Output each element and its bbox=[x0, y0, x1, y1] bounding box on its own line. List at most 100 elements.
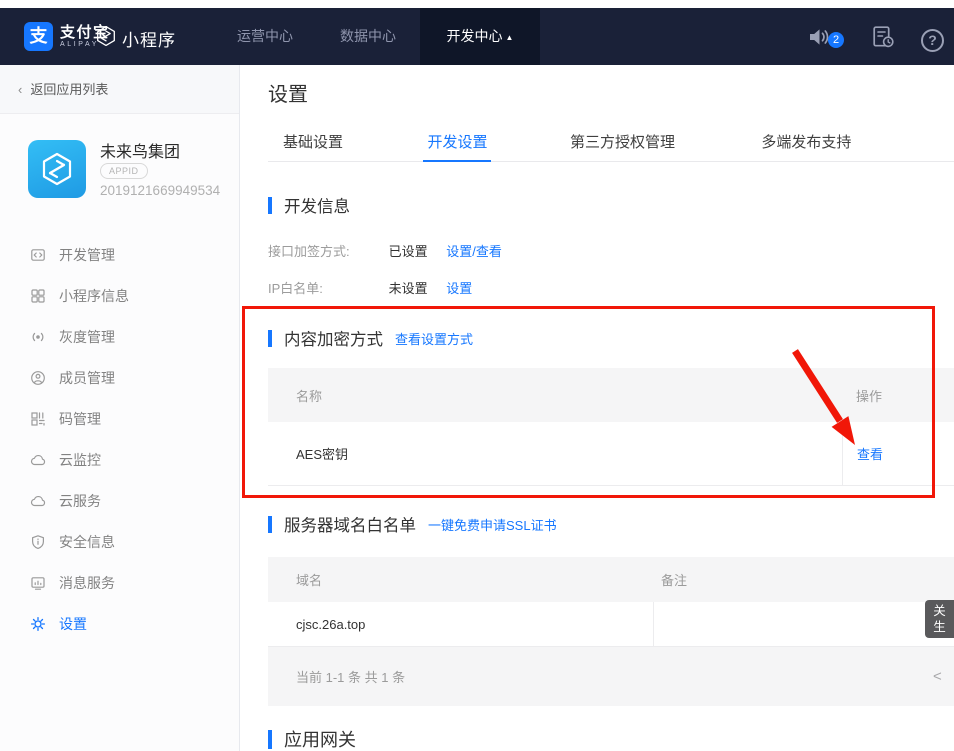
domain-cell: cjsc.26a.top bbox=[268, 602, 653, 646]
table-row: AES密钥 查看 bbox=[268, 422, 954, 486]
sidebar-item-security-info[interactable]: 安全信息 bbox=[0, 521, 239, 562]
nav-operations-center[interactable]: 运营中心 bbox=[237, 8, 293, 65]
appid-value: 2019121669949534 bbox=[100, 183, 220, 198]
member-icon bbox=[30, 370, 46, 386]
col-name: 名称 bbox=[268, 386, 842, 405]
floating-side-tab[interactable]: 关 生 bbox=[925, 600, 954, 638]
main-content: 设置 基础设置 开发设置 第三方授权管理 多端发布支持 开发信息 接口加签方式:… bbox=[241, 65, 954, 751]
settings-tabs: 基础设置 开发设置 第三方授权管理 多端发布支持 bbox=[268, 125, 954, 162]
app-name: 未来鸟集团 bbox=[100, 138, 180, 162]
cloud-icon bbox=[30, 493, 46, 509]
app-window: 支 支付宝 ALIPAY 小程序 运营中心 数据中心 开发中心▲ 2 bbox=[0, 0, 954, 751]
notification-badge[interactable]: 2 bbox=[828, 32, 844, 48]
ip-whitelist-value: 未设置 bbox=[389, 281, 428, 296]
cloud-icon bbox=[30, 452, 46, 468]
help-question-icon[interactable]: ? bbox=[921, 29, 944, 52]
app-avatar bbox=[28, 140, 86, 198]
gateway-heading: 应用网关 bbox=[268, 726, 356, 751]
back-to-app-list-link[interactable]: ‹ 返回应用列表 bbox=[0, 65, 239, 114]
signing-method-link[interactable]: 设置/查看 bbox=[446, 244, 502, 259]
shield-icon bbox=[30, 534, 46, 550]
ip-whitelist-label: IP白名单: bbox=[268, 278, 385, 297]
domain-whitelist-heading: 服务器域名白名单 一键免费申请SSL证书 bbox=[268, 512, 557, 536]
remark-cell bbox=[653, 602, 954, 646]
sidebar-item-cloud-monitor[interactable]: 云监控 bbox=[0, 439, 239, 480]
col-domain: 域名 bbox=[268, 570, 653, 589]
sidebar-menu: 开发管理 小程序信息 灰度管理 成员管理 bbox=[0, 234, 239, 644]
message-monitor-icon bbox=[30, 575, 46, 591]
gray-release-icon bbox=[30, 329, 46, 345]
ssl-cert-link[interactable]: 一键免费申请SSL证书 bbox=[428, 515, 557, 534]
product-name: 小程序 bbox=[122, 26, 176, 51]
miniprogram-hexagon-icon bbox=[95, 25, 117, 52]
sidebar-item-label: 码管理 bbox=[59, 409, 101, 429]
back-chevron-icon: ‹ bbox=[18, 82, 22, 97]
gateway-title: 应用网关 bbox=[284, 726, 356, 751]
alipay-logo-icon: 支 bbox=[24, 22, 53, 51]
ip-whitelist-link[interactable]: 设置 bbox=[446, 281, 472, 296]
page-title: 设置 bbox=[268, 78, 308, 107]
table-row: cjsc.26a.top bbox=[268, 602, 954, 647]
app-card: 未来鸟集团 APPID 2019121669949534 bbox=[0, 114, 239, 220]
sidebar-item-label: 云服务 bbox=[59, 491, 101, 511]
dev-info-heading: 开发信息 bbox=[268, 193, 350, 217]
domain-table-footer: 当前 1-1 条 共 1 条 < bbox=[268, 647, 954, 706]
sidebar-item-code-management[interactable]: 码管理 bbox=[0, 398, 239, 439]
section-marker bbox=[268, 730, 272, 749]
sidebar-item-label: 灰度管理 bbox=[59, 327, 115, 347]
sidebar-item-label: 小程序信息 bbox=[59, 286, 129, 306]
sidebar-item-label: 成员管理 bbox=[59, 368, 115, 388]
workorder-document-icon[interactable] bbox=[871, 25, 896, 50]
col-remark: 备注 bbox=[653, 570, 954, 589]
sidebar-item-miniprogram-info[interactable]: 小程序信息 bbox=[0, 275, 239, 316]
sidebar: ‹ 返回应用列表 未来鸟集团 APPID 2019121669949534 开发管… bbox=[0, 65, 240, 751]
tab-dev-settings[interactable]: 开发设置 bbox=[423, 125, 491, 162]
signing-method-row: 接口加签方式: 已设置 设置/查看 bbox=[268, 241, 502, 260]
tab-multi-platform[interactable]: 多端发布支持 bbox=[761, 125, 851, 162]
sidebar-item-label: 消息服务 bbox=[59, 573, 115, 593]
aes-key-cell: AES密钥 bbox=[268, 422, 842, 485]
sidebar-item-label: 云监控 bbox=[59, 450, 101, 470]
sidebar-item-cloud-service[interactable]: 云服务 bbox=[0, 480, 239, 521]
pagination-prev-icon[interactable]: < bbox=[933, 647, 942, 706]
section-marker bbox=[268, 516, 272, 533]
qr-code-icon bbox=[30, 411, 46, 427]
pagination-summary: 当前 1-1 条 共 1 条 bbox=[268, 667, 405, 686]
sidebar-item-settings[interactable]: 设置 bbox=[0, 603, 239, 644]
section-marker bbox=[268, 330, 272, 347]
sidebar-item-label: 开发管理 bbox=[59, 245, 115, 265]
signing-method-value: 已设置 bbox=[389, 244, 428, 259]
encryption-title: 内容加密方式 bbox=[284, 326, 383, 350]
caret-up-icon: ▲ bbox=[506, 33, 514, 42]
encryption-heading: 内容加密方式 查看设置方式 bbox=[268, 326, 473, 350]
domain-whitelist-title: 服务器域名白名单 bbox=[284, 512, 416, 536]
side-tab-line1: 关 bbox=[925, 603, 954, 619]
sidebar-item-gray-release[interactable]: 灰度管理 bbox=[0, 316, 239, 357]
encryption-howto-link[interactable]: 查看设置方式 bbox=[395, 329, 473, 348]
sidebar-item-dev-management[interactable]: 开发管理 bbox=[0, 234, 239, 275]
signing-method-label: 接口加签方式: bbox=[268, 241, 385, 260]
sidebar-item-message-service[interactable]: 消息服务 bbox=[0, 562, 239, 603]
top-nav-bar: 支 支付宝 ALIPAY 小程序 运营中心 数据中心 开发中心▲ 2 bbox=[0, 8, 954, 65]
encryption-table-header: 名称 操作 bbox=[268, 368, 954, 422]
domain-table: 域名 备注 cjsc.26a.top 当前 1-1 条 共 1 条 < bbox=[268, 557, 954, 706]
side-tab-line2: 生 bbox=[925, 619, 954, 635]
code-icon bbox=[30, 247, 46, 263]
tab-basic-settings[interactable]: 基础设置 bbox=[283, 125, 343, 162]
nav-data-center[interactable]: 数据中心 bbox=[340, 8, 396, 65]
gear-icon bbox=[30, 616, 46, 632]
encryption-table: 名称 操作 AES密钥 查看 bbox=[268, 368, 954, 486]
app-hexagon-icon bbox=[39, 151, 75, 187]
section-marker bbox=[268, 197, 272, 214]
sidebar-item-label: 安全信息 bbox=[59, 532, 115, 552]
sidebar-item-member-management[interactable]: 成员管理 bbox=[0, 357, 239, 398]
back-label: 返回应用列表 bbox=[30, 82, 108, 97]
nav-dev-center[interactable]: 开发中心▲ bbox=[420, 8, 540, 65]
nav-dev-center-label: 开发中心 bbox=[447, 28, 503, 44]
col-action: 操作 bbox=[842, 386, 954, 405]
ip-whitelist-row: IP白名单: 未设置 设置 bbox=[268, 278, 472, 297]
aes-view-link[interactable]: 查看 bbox=[857, 444, 883, 463]
dev-info-title: 开发信息 bbox=[284, 193, 350, 217]
domain-table-header: 域名 备注 bbox=[268, 557, 954, 602]
tab-third-party-auth[interactable]: 第三方授权管理 bbox=[570, 125, 675, 162]
